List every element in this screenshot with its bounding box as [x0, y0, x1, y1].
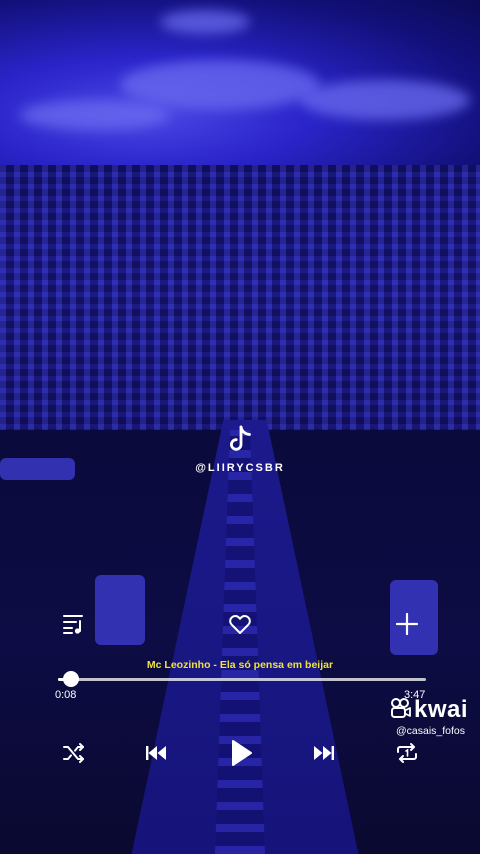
skip-next-icon	[312, 744, 336, 767]
tiktok-watermark: @LIIRYCSBR	[0, 425, 480, 474]
like-button[interactable]	[226, 613, 254, 639]
shuffle-button[interactable]	[60, 742, 88, 768]
next-button[interactable]	[310, 742, 338, 768]
playlist-button[interactable]	[60, 613, 88, 639]
tiktok-handle: @LIIRYCSBR	[195, 462, 285, 474]
previous-button[interactable]	[142, 742, 170, 768]
progress-slider[interactable]	[58, 671, 426, 687]
playlist-icon	[62, 613, 86, 640]
skip-previous-icon	[144, 744, 168, 767]
kwai-watermark: kwai	[390, 696, 468, 724]
repeat-one-icon	[395, 741, 419, 770]
repeat-button[interactable]	[393, 741, 421, 769]
song-title: Mc Leozinho - Ela só pensa em beijar	[146, 659, 334, 671]
play-icon	[229, 739, 253, 772]
kwai-username: @casais_fofos	[396, 725, 466, 737]
kwai-icon	[390, 697, 412, 724]
shuffle-icon	[62, 742, 86, 769]
play-button[interactable]	[226, 738, 256, 772]
progress-knob[interactable]	[62, 671, 79, 687]
add-button[interactable]	[393, 612, 421, 640]
tiktok-icon	[227, 425, 253, 460]
kwai-brand: kwai	[414, 696, 469, 723]
heart-icon	[228, 613, 252, 640]
plus-icon	[395, 612, 419, 641]
elapsed-time: 0:08	[55, 689, 77, 701]
